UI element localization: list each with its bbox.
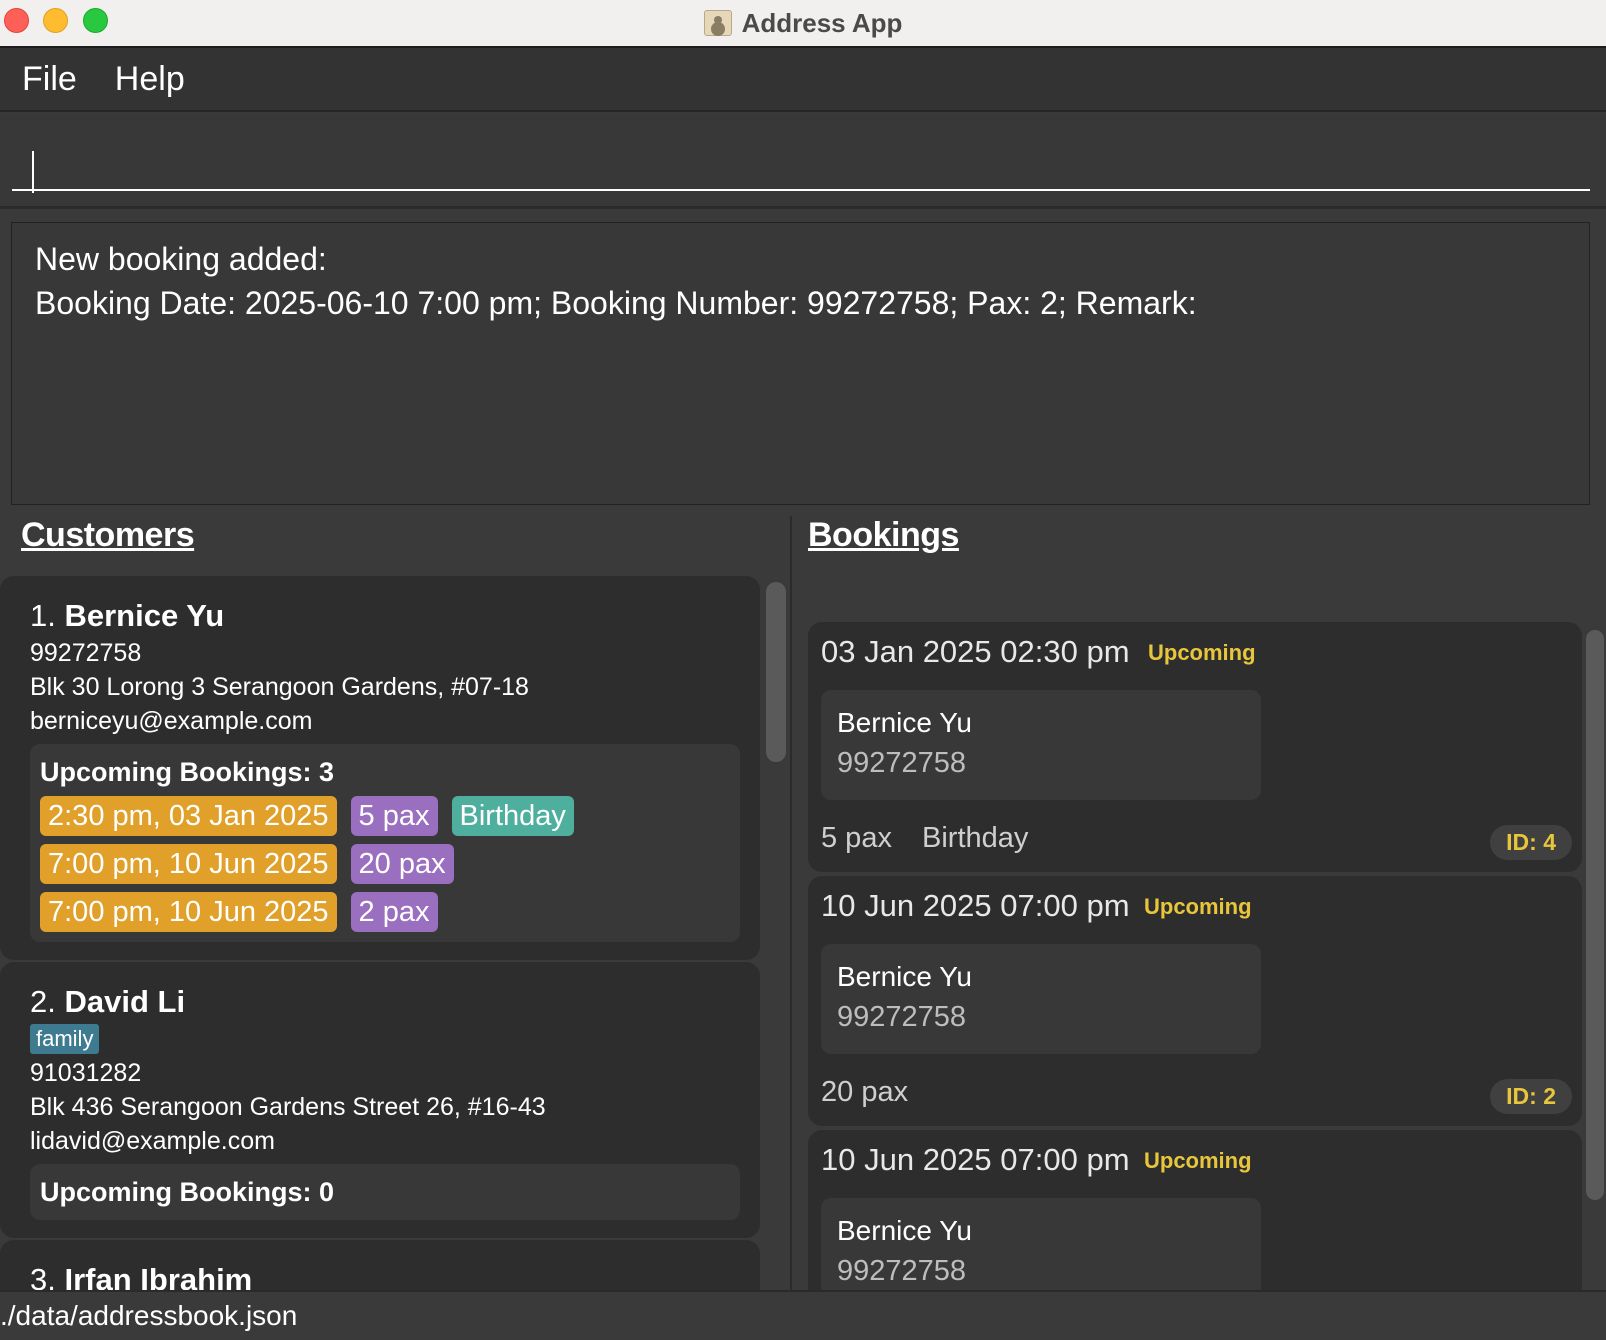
customer-list-scrollbar[interactable] (766, 582, 786, 762)
customer-index: 2. (30, 984, 56, 1019)
customer-card[interactable]: 3. Irfan Ibrahim (0, 1240, 760, 1290)
booking-customer-name: Bernice Yu (837, 961, 972, 992)
upcoming-count: 0 (319, 1177, 335, 1207)
status-bar: ./data/addressbook.json (0, 1290, 1606, 1340)
customer-card[interactable]: 2. David Li family 91031282 Blk 436 Sera… (0, 962, 760, 1238)
booking-customer-phone: 99272758 (837, 1255, 967, 1287)
booking-status-badge: Upcoming (1148, 640, 1256, 665)
booking-card[interactable]: 10 Jun 2025 07:00 pm Upcoming Bernice Yu… (808, 1130, 1582, 1290)
booking-chip-row: 2:30 pm, 03 Jan 2025 5 pax Birthday (40, 796, 730, 836)
customer-tag: family (30, 1024, 100, 1054)
upcoming-bookings-title: Upcoming Bookings: 3 (40, 754, 730, 790)
booking-customer-box: Bernice Yu 99272758 (821, 690, 1261, 800)
booking-meta: 5 pax Birthday (821, 822, 1050, 855)
upcoming-bookings-title: Upcoming Bookings: 0 (40, 1174, 730, 1210)
booking-pax: 5 pax (821, 822, 892, 854)
booking-card[interactable]: 03 Jan 2025 02:30 pm Upcoming Bernice Yu… (808, 622, 1582, 872)
menu-file[interactable]: File (22, 60, 77, 99)
booking-id-badge: ID: 2 (1490, 1079, 1572, 1114)
booking-time-chip: 2:30 pm, 03 Jan 2025 (40, 796, 337, 836)
upcoming-count: 3 (319, 757, 335, 787)
bookings-heading: Bookings (808, 516, 959, 554)
booking-meta: 20 pax (821, 1076, 930, 1109)
customer-name: Bernice Yu (64, 598, 225, 633)
save-location-path: ./data/addressbook.json (0, 1300, 298, 1331)
booking-customer-name: Bernice Yu (837, 1215, 972, 1246)
booking-customer-box: Bernice Yu 99272758 (821, 944, 1261, 1054)
booking-chip-row: 7:00 pm, 10 Jun 2025 20 pax (40, 844, 730, 884)
customer-name-row: 3. Irfan Ibrahim (30, 1260, 730, 1290)
booking-pax-chip: 20 pax (350, 844, 454, 884)
booking-time-chip: 7:00 pm, 10 Jun 2025 (40, 844, 337, 884)
booking-chip-row: 7:00 pm, 10 Jun 2025 2 pax (40, 892, 730, 932)
booking-customer-phone: 99272758 (837, 1001, 967, 1033)
command-input[interactable] (12, 131, 1590, 193)
text-caret (32, 151, 34, 193)
booking-customer-name: Bernice Yu (837, 707, 972, 738)
booking-pax-chip: 2 pax (350, 892, 438, 932)
window-title: Address App (741, 7, 903, 38)
customer-phone: 91031282 (30, 1059, 142, 1087)
result-line-2: Booking Date: 2025-06-10 7:00 pm; Bookin… (35, 285, 1197, 321)
booking-pax: 20 pax (821, 1076, 909, 1108)
panels: Customers Bookings 1. Bernice Yu 9927275… (0, 516, 1606, 1290)
booking-list[interactable]: 03 Jan 2025 02:30 pm Upcoming Bernice Yu… (808, 622, 1582, 1290)
booking-date: 10 Jun 2025 07:00 pm (821, 1142, 1130, 1177)
customer-name: Irfan Ibrahim (64, 1262, 253, 1290)
upcoming-bookings-box: Upcoming Bookings: 3 2:30 pm, 03 Jan 202… (30, 744, 740, 942)
app-window: Address App File Help New booking added:… (0, 0, 1606, 1340)
customer-address: Blk 30 Lorong 3 Serangoon Gardens, #07-1… (30, 673, 529, 701)
booking-date: 03 Jan 2025 02:30 pm (821, 634, 1130, 669)
customers-heading: Customers (21, 516, 195, 554)
booking-id-badge: ID: 4 (1490, 825, 1572, 860)
panel-divider[interactable] (790, 516, 792, 1290)
customer-email: lidavid@example.com (30, 1127, 275, 1155)
title-wrap: Address App (0, 0, 1606, 46)
title-bar: Address App (0, 0, 1606, 48)
menu-help[interactable]: Help (115, 60, 185, 99)
menu-bar: File Help (0, 48, 1606, 112)
upcoming-label: Upcoming Bookings: (40, 757, 312, 787)
command-area (0, 113, 1606, 209)
booking-card[interactable]: 10 Jun 2025 07:00 pm Upcoming Bernice Yu… (808, 876, 1582, 1126)
booking-customer-phone: 99272758 (837, 747, 967, 779)
customer-card[interactable]: 1. Bernice Yu 99272758 Blk 30 Lorong 3 S… (0, 576, 760, 960)
booking-date: 10 Jun 2025 07:00 pm (821, 888, 1130, 923)
customer-name-row: 2. David Li (30, 982, 730, 1022)
booking-remark: Birthday (922, 822, 1029, 854)
result-line-1: New booking added: (35, 241, 327, 277)
customer-address: Blk 436 Serangoon Gardens Street 26, #16… (30, 1093, 546, 1121)
customer-index: 3. (30, 1262, 56, 1290)
customer-name: David Li (64, 984, 186, 1019)
result-display: New booking added: Booking Date: 2025-06… (11, 222, 1590, 505)
address-book-icon (703, 10, 732, 36)
booking-remark-chip: Birthday (451, 796, 574, 836)
booking-list-scrollbar[interactable] (1586, 630, 1604, 1200)
customer-phone: 99272758 (30, 639, 142, 667)
customer-index: 1. (30, 598, 56, 633)
customer-name-row: 1. Bernice Yu (30, 596, 730, 636)
customer-email: berniceyu@example.com (30, 707, 313, 735)
upcoming-bookings-box: Upcoming Bookings: 0 (30, 1164, 740, 1220)
booking-status-badge: Upcoming (1144, 1148, 1252, 1173)
customer-list[interactable]: 1. Bernice Yu 99272758 Blk 30 Lorong 3 S… (0, 576, 760, 1290)
booking-customer-box: Bernice Yu 99272758 (821, 1198, 1261, 1290)
booking-time-chip: 7:00 pm, 10 Jun 2025 (40, 892, 337, 932)
booking-status-badge: Upcoming (1144, 894, 1252, 919)
upcoming-label: Upcoming Bookings: (40, 1177, 312, 1207)
booking-pax-chip: 5 pax (350, 796, 438, 836)
